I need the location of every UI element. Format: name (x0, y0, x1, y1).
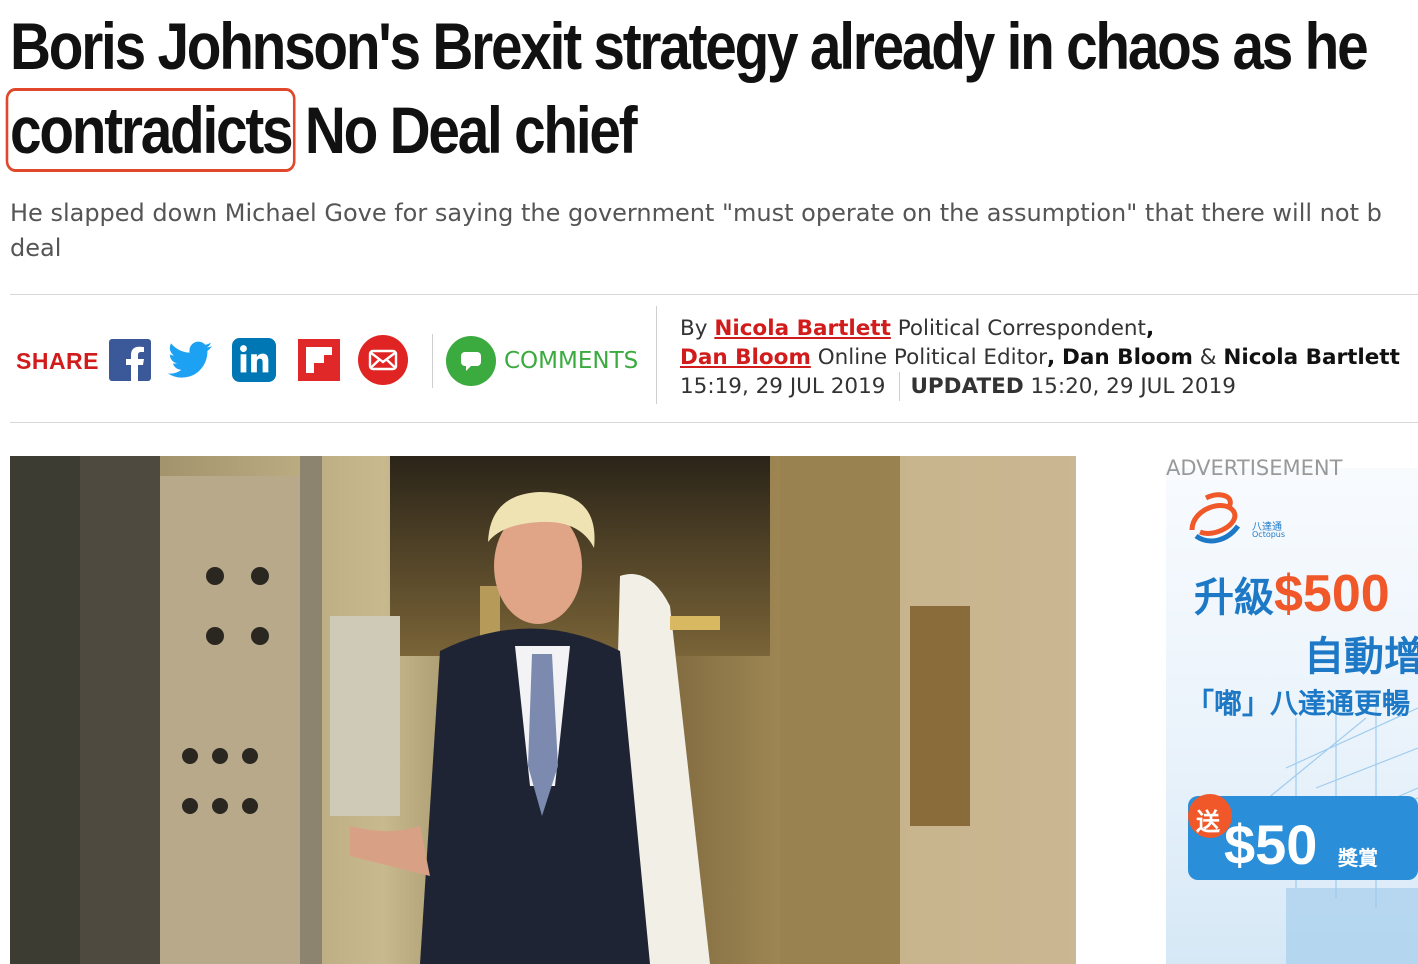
comment-bubble-icon (446, 336, 496, 386)
updated-value: 15:20, 29 JUL 2019 (1023, 374, 1236, 399)
ad-headline-line-2: 自動增 (1304, 634, 1418, 680)
ad-line1-amount: $500 (1274, 565, 1390, 623)
divider-bottom (10, 422, 1418, 423)
byline: By Nicola Bartlett Political Corresponde… (680, 314, 1418, 401)
share-label: SHARE (16, 348, 100, 374)
credit-dan-bloom: Dan Bloom (1062, 345, 1193, 370)
twitter-icon (168, 341, 212, 378)
facebook-icon (109, 339, 151, 381)
byline-line-2: Dan Bloom Online Political Editor, Dan B… (680, 343, 1418, 372)
byline-by: By (680, 316, 708, 341)
author1-role: Political Correspondent (890, 316, 1146, 341)
advertisement-banner[interactable]: 八達通 Octopus 升級$500 自動增 「嘟」八達通更暢 送 $50 獎賞 (1166, 468, 1418, 964)
ad-headline-line-3: 「嘟」八達通更暢 (1186, 687, 1411, 720)
ad-brand-en: Octopus (1252, 530, 1286, 539)
ad-reward-amount: $50 (1224, 813, 1318, 876)
published-time: 15:19, 29 JUL 2019 (680, 374, 886, 399)
email-icon (358, 335, 408, 385)
comments-label: COMMENTS (504, 348, 639, 374)
email-share-button[interactable] (358, 335, 408, 385)
credit-nicola-bartlett: Nicola Bartlett (1223, 345, 1400, 370)
photo-scene (10, 456, 1076, 964)
updated-label: UPDATED (910, 374, 1024, 399)
author-link-dan-bloom[interactable]: Dan Bloom (680, 345, 811, 370)
comments-button[interactable]: COMMENTS (446, 336, 638, 386)
linkedin-icon (232, 338, 276, 382)
flipboard-share-button[interactable] (297, 338, 341, 382)
author-link-nicola-bartlett[interactable]: Nicola Bartlett (714, 316, 891, 341)
ad-line1-prefix: 升級 (1194, 575, 1274, 621)
article-headline: Boris Johnson's Brexit strategy already … (5, 4, 1369, 172)
headline-highlighted-word: contradicts (5, 88, 296, 172)
updated-time: UPDATED 15:20, 29 JUL 2019 (899, 372, 1236, 401)
ad-badge: 送 (1196, 808, 1220, 836)
byline-dates: 15:19, 29 JUL 2019 UPDATED 15:20, 29 JUL … (680, 372, 1418, 401)
ad-reward-label: 獎賞 (1338, 846, 1378, 870)
byline-line-1: By Nicola Bartlett Political Corresponde… (680, 314, 1418, 343)
byline-comma: , (1145, 316, 1155, 341)
article-standfirst: He slapped down Michael Gove for saying … (10, 196, 1418, 266)
standfirst-line-1: He slapped down Michael Gove for saying … (10, 199, 1382, 227)
author2-role: Online Political Editor (810, 345, 1048, 370)
linkedin-share-button[interactable] (232, 338, 276, 382)
share-divider (432, 334, 433, 388)
ad-headline-line-1: 升級$500 (1194, 564, 1390, 624)
byline-comma-2: , (1047, 345, 1056, 370)
byline-ampersand: & (1192, 345, 1224, 370)
facebook-share-button[interactable] (108, 338, 152, 382)
twitter-share-button[interactable] (168, 338, 212, 382)
headline-text-end: No Deal chief (291, 93, 638, 167)
headline-text-start: Boris Johnson's Brexit strategy already … (10, 9, 1369, 83)
article-lead-photo (10, 456, 1076, 964)
flipboard-icon (298, 339, 340, 381)
byline-divider (656, 306, 657, 404)
divider-top (10, 294, 1418, 295)
standfirst-line-2: deal (10, 234, 62, 262)
advertisement-label: ADVERTISEMENT (1166, 456, 1343, 480)
